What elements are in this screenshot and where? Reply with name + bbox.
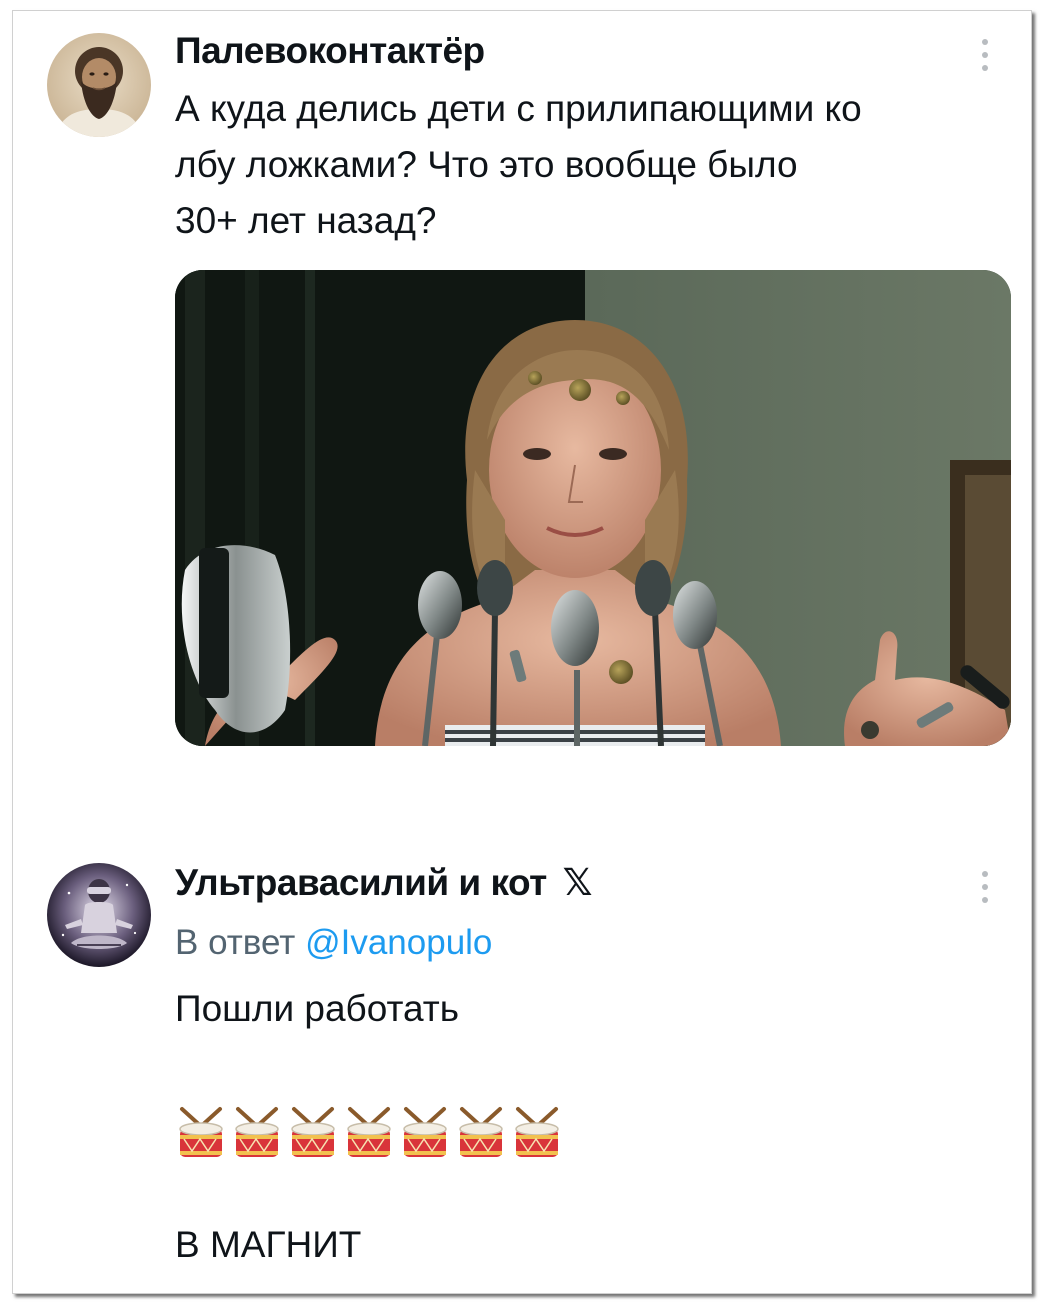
- tweet-text-line: 30+ лет назад?: [175, 200, 437, 241]
- drum-emoji-icon: [459, 1107, 503, 1157]
- reply-handle-link[interactable]: @Ivanopulo: [305, 923, 492, 962]
- reply-context: В ответ @Ivanopulo: [175, 921, 492, 965]
- screenshot-frame: Палевоконтактёр А куда делись дети с при…: [12, 10, 1032, 1294]
- drum-emoji-icon: [515, 1107, 559, 1157]
- tweet-photo[interactable]: [175, 270, 1011, 746]
- avatar[interactable]: [47, 33, 151, 137]
- drum-emoji-icon: [347, 1107, 391, 1157]
- drum-emoji-icon: [235, 1107, 279, 1157]
- tweet-text: А куда делись дети с прилипающими ко лбу…: [175, 81, 862, 249]
- drum-emoji-icon: [179, 1107, 223, 1157]
- more-vertical-icon[interactable]: [981, 871, 989, 907]
- drum-emoji-icon: [403, 1107, 447, 1157]
- author-name[interactable]: Ультравасилий и кот 𝕏: [175, 861, 592, 905]
- tweet-text-line: В МАГНИТ: [175, 1224, 362, 1265]
- drum-emoji-row: [176, 1105, 562, 1165]
- tweet-text-line: Пошли работать: [175, 988, 460, 1029]
- avatar[interactable]: [47, 863, 151, 967]
- tweet-text-line: лбу ложками? Что это вообще было: [175, 144, 798, 185]
- more-vertical-icon[interactable]: [981, 39, 989, 75]
- drum-emoji-icon: [291, 1107, 335, 1157]
- author-name-text: Ультравасилий и кот: [175, 862, 547, 903]
- reply-prefix: В ответ: [175, 923, 296, 962]
- tweet-text-line: А куда делись дети с прилипающими ко: [175, 88, 862, 129]
- author-name[interactable]: Палевоконтактёр: [175, 29, 485, 73]
- x-badge-icon: 𝕏: [562, 861, 593, 904]
